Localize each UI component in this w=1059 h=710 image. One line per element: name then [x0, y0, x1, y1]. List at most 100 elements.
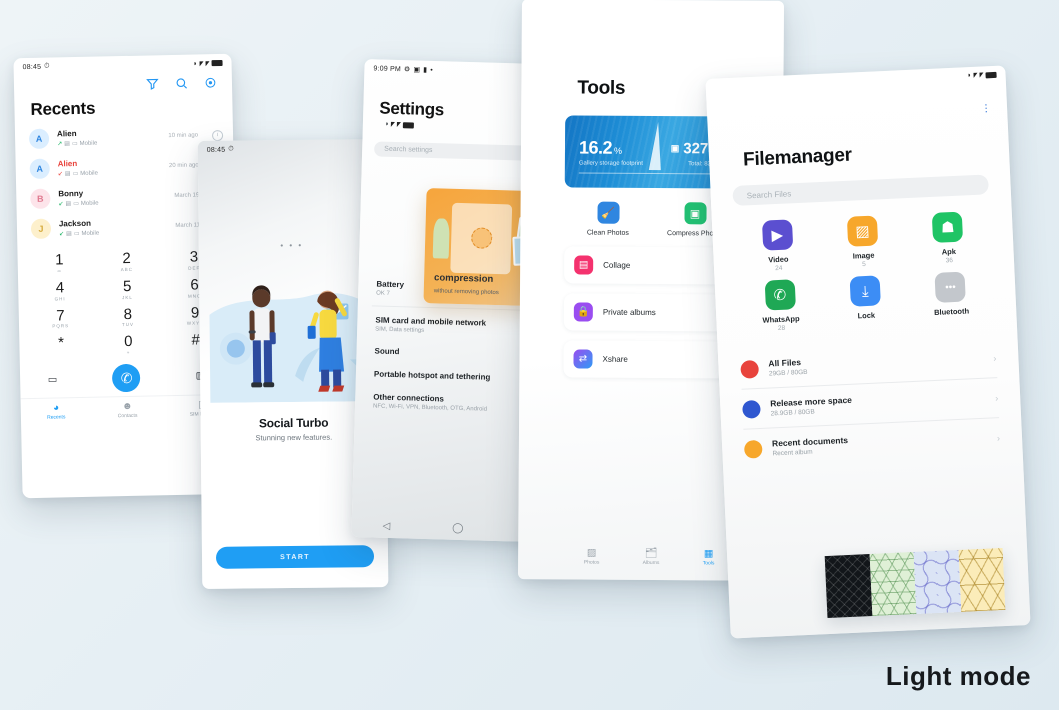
call-button[interactable]: ✆ — [112, 363, 141, 393]
device-icon: ▭ — [73, 200, 79, 208]
dialpad-key[interactable]: 8 TUV — [94, 303, 162, 331]
nav-albums[interactable]: 🗂 Albums — [643, 548, 660, 566]
chevron-right-icon: › — [994, 392, 999, 403]
swatch-dark-lattice[interactable] — [824, 554, 872, 619]
tool-row-xshare[interactable]: ⇄ Xshare › — [563, 340, 738, 379]
broom-icon: 🧹 — [596, 201, 620, 224]
nav-label: Tools — [702, 560, 715, 567]
avatar: A — [29, 158, 50, 180]
avatar: B — [30, 188, 51, 210]
category-image[interactable]: ▨ Image 5 — [823, 214, 903, 269]
call-time: 20 min ago — [168, 162, 199, 170]
device-icon: ▭ — [73, 230, 80, 238]
back-icon[interactable]: ◁ — [382, 521, 390, 532]
info-icon[interactable]: i — [211, 129, 224, 141]
dialpad-key[interactable]: * — [27, 332, 95, 360]
wifi-icon: ◗ — [966, 72, 972, 80]
category-label: Lock — [857, 310, 876, 321]
grid-icon: ▦ — [703, 548, 714, 560]
key-letters: PQRS — [52, 323, 70, 329]
key-letters: TUV — [121, 322, 135, 328]
category-apk[interactable]: ☗ Apk 36 — [908, 211, 988, 266]
key-letters: JKL — [121, 294, 133, 300]
dot-icon: • — [430, 66, 434, 74]
key-number: 1 — [54, 251, 64, 269]
search-input[interactable]: Search Files — [732, 174, 989, 206]
video-call-icon[interactable]: ▭ — [48, 374, 58, 385]
dialpad-key[interactable]: 5 JKL — [93, 275, 161, 303]
swatch-green-triangles[interactable] — [869, 552, 917, 616]
key-letters: + — [126, 349, 131, 356]
battery-icon — [211, 59, 223, 67]
sim-icon: ▤ — [64, 141, 70, 148]
key-letters: GHI — [54, 295, 66, 302]
key-number: 0 — [124, 333, 133, 351]
android-icon: ☗ — [932, 211, 964, 243]
category-whatsapp[interactable]: ✆ WhatsApp 28 — [741, 278, 821, 333]
nav-label: Albums — [642, 559, 660, 567]
image-icon: ▨ — [846, 215, 879, 247]
xshare-icon: ⇄ — [573, 349, 593, 369]
dialpad-key[interactable]: 7 PQRS — [27, 304, 95, 332]
nav-recents[interactable]: ◕ Recents — [47, 402, 65, 420]
category-bluetooth[interactable]: ••• Bluetooth — [911, 270, 991, 325]
nav-photos[interactable]: ▨ Photos — [584, 548, 600, 566]
wifi-icon: ◗ — [193, 59, 198, 68]
whatsapp-icon: ✆ — [764, 279, 796, 311]
overflow-menu-icon[interactable]: ⋮ — [981, 103, 991, 114]
call-type: Mobile — [79, 140, 98, 147]
key-number: 2 — [122, 249, 131, 268]
tool-label: Collage — [603, 260, 631, 270]
category-video[interactable]: ▶ Video 24 — [738, 218, 818, 273]
nav-tools[interactable]: ▦ Tools — [703, 548, 715, 566]
key-number: 4 — [55, 279, 65, 297]
dialpad-key[interactable]: 1 ∞ — [25, 249, 93, 277]
call-type: Mobile — [80, 170, 98, 177]
key-number: 7 — [56, 306, 65, 324]
tool-row-collage[interactable]: ▤ Collage › — [564, 246, 739, 285]
image-icon: ▣ — [670, 143, 680, 154]
nav-label: Contacts — [117, 412, 138, 420]
search-icon[interactable] — [174, 76, 189, 91]
battery-icon — [403, 121, 415, 129]
promo-title: compression — [433, 272, 494, 285]
nav-contacts[interactable]: ☻ Contacts — [117, 401, 138, 420]
signal-icon — [973, 72, 978, 78]
wifi-icon: ◗ — [384, 120, 390, 128]
call-direction-icon: ↙ — [59, 231, 65, 238]
dialpad-key[interactable]: 0 + — [94, 331, 162, 359]
albums-icon: 🗂 — [644, 547, 658, 560]
sim-icon: ▤ — [66, 231, 72, 238]
home-icon[interactable]: ◯ — [452, 523, 464, 534]
start-button[interactable]: START — [215, 545, 375, 569]
tool-row-private-albums[interactable]: 🔒 Private albums › — [563, 293, 738, 332]
gear-icon[interactable] — [203, 75, 218, 90]
dnd-icon: ▮ — [423, 66, 428, 74]
filter-icon[interactable] — [145, 76, 160, 91]
pattern-swatches — [824, 547, 1006, 619]
mode-label: Light mode — [885, 661, 1031, 691]
category-lock[interactable]: ⤓ Lock — [826, 274, 906, 329]
signal-icon — [199, 60, 204, 66]
category-label: Bluetooth — [933, 306, 970, 317]
turbo-status-bar: 08:45 ⏱ — [198, 139, 384, 154]
swatch-yellow-hexagons[interactable] — [958, 547, 1006, 612]
promo-subtitle: without removing photos — [433, 288, 499, 297]
chevron-right-icon: › — [996, 432, 1001, 443]
swatch-blue-circles[interactable] — [913, 550, 961, 614]
quick-action-clean-photos[interactable]: 🧹 Clean Photos — [570, 201, 646, 237]
sim-icon: ▤ — [64, 171, 71, 178]
storage-percent-label: Gallery storage footprint — [578, 160, 643, 167]
alarm-icon: ⏱ — [44, 62, 50, 70]
signal-icon — [391, 121, 396, 127]
collage-icon: ▤ — [574, 255, 594, 275]
lock-icon: 🔒 — [573, 302, 593, 322]
call-time: March 19 — [174, 192, 200, 199]
more-dots-icon: ••• — [934, 271, 967, 303]
key-letters: ABC — [120, 266, 134, 272]
dialpad-key[interactable]: 2 ABC — [93, 247, 161, 275]
gallery-bottom-nav: ▨ Photos 🗂 Albums ▦ Tools — [562, 547, 736, 567]
dialpad-key[interactable]: 4 GHI — [26, 276, 94, 304]
file-category-grid: ▶ Video 24 ▨ Image 5 ☗ Apk 36 ✆ WhatsApp… — [738, 211, 991, 334]
page-indicator: • • • — [280, 240, 304, 251]
